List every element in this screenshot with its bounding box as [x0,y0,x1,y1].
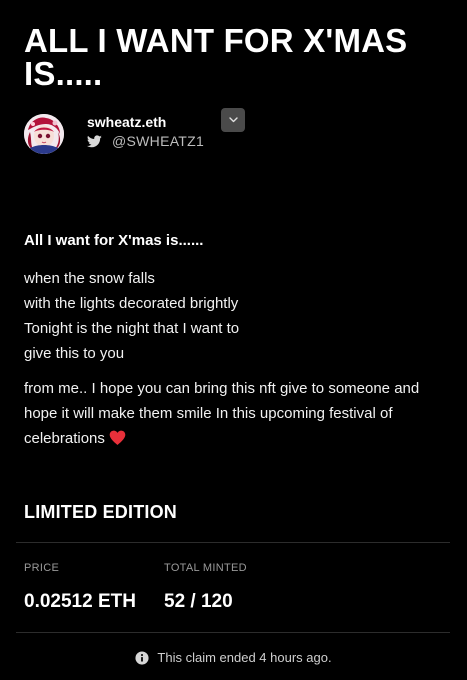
description-heading: All I want for X'mas is...... [24,232,204,249]
author-menu-toggle[interactable] [221,108,245,132]
author-twitter-handle[interactable]: @SWHEATZ1 [87,132,204,150]
twitter-icon [87,134,102,147]
description-message: from me.. I hope you can bring this nft … [24,380,420,447]
info-icon [135,650,149,665]
description-poem: when the snow falls with the lights deco… [24,266,449,366]
author-avatar[interactable] [24,114,64,154]
claim-status-text: This claim ended 4 hours ago. [157,650,332,665]
edition-heading: LIMITED EDITION [24,502,177,522]
author-block[interactable]: swheatz.eth @SWHEATZ1 [24,114,254,154]
red-heart-icon [109,430,126,445]
anime-character-avatar-icon [24,114,64,154]
price-value: 0.02512 ETH [24,591,136,612]
chevron-down-icon [228,117,238,123]
edition-divider-top [16,542,450,543]
claim-status: This claim ended 4 hours ago. [0,650,467,665]
poem-line: with the lights decorated brightly [24,295,239,312]
poem-line: when the snow falls [24,270,155,287]
poem-line: give this to you [24,345,125,362]
drop-description: All I want for X'mas is...... when the s… [24,232,449,451]
total-minted-value: 52 / 120 [164,591,233,612]
total-minted-label: TOTAL MINTED [164,562,247,574]
edition-divider-bottom [16,632,450,633]
poem-line: Tonight is the night that I want to [24,320,240,337]
drop-title: ALL I WANT FOR X'MAS IS..... [24,22,408,92]
author-handle-text: @SWHEATZ1 [112,133,205,149]
author-name[interactable]: swheatz.eth [87,114,166,130]
price-label: PRICE [24,562,60,574]
description-message-paragraph: from me.. I hope you can bring this nft … [24,376,449,451]
